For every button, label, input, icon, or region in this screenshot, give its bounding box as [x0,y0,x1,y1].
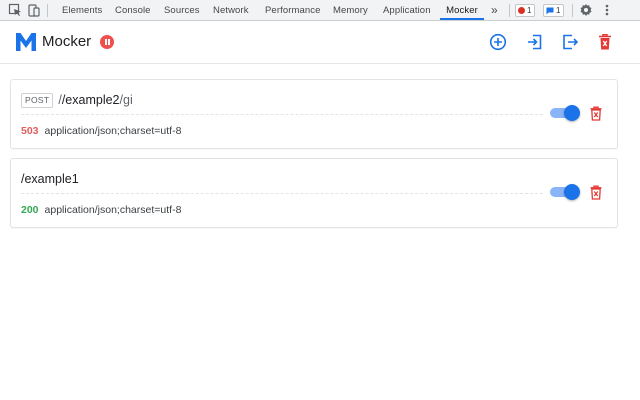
more-vert-icon[interactable] [600,3,614,17]
regex-flags: /gi [119,93,133,107]
toolbar-separator [572,4,573,17]
app-header: Mocker [0,22,640,64]
tab-elements[interactable]: Elements [62,0,102,20]
tab-performance[interactable]: Performance [265,0,320,20]
status-code: 200 [21,204,39,216]
tab-application[interactable]: Application [383,0,431,20]
toolbar-separator [509,4,510,17]
pause-button[interactable] [100,35,114,49]
mock-response-row: 200 application/json;charset=utf-8 [21,204,181,216]
error-count-badge[interactable]: 1 [515,4,536,17]
mock-url: /example2 [61,93,120,107]
message-count: 1 [556,6,561,15]
delete-icon[interactable] [589,185,603,200]
inspect-element-icon[interactable] [8,3,22,17]
toolbar-separator [47,4,48,17]
mock-response-row: 503 application/json;charset=utf-8 [21,125,181,137]
tab-mocker[interactable]: Mocker [440,0,484,20]
message-icon [546,7,554,14]
error-count: 1 [527,6,532,15]
mock-request-row: POST / /example2 /gi [21,92,133,108]
tab-console[interactable]: Console [115,0,151,20]
export-icon[interactable] [561,33,579,51]
content-type: application/json;charset=utf-8 [44,204,182,216]
message-count-badge[interactable]: 1 [543,4,565,17]
error-icon [518,7,525,14]
status-code: 503 [21,125,39,137]
toggle-thumb [564,184,580,200]
tab-network[interactable]: Network [213,0,249,20]
tab-memory[interactable]: Memory [333,0,368,20]
tab-sources[interactable]: Sources [164,0,200,20]
content-type: application/json;charset=utf-8 [44,125,182,137]
delete-all-icon[interactable] [597,33,613,51]
add-circle-icon[interactable] [489,33,507,51]
mocker-logo [16,33,36,51]
device-toolbar-icon[interactable] [27,3,41,17]
mock-item[interactable]: POST / /example2 /gi 503 application/jso… [10,79,618,149]
app-title: Mocker [42,33,92,50]
enable-toggle[interactable] [550,105,580,121]
more-tabs-button[interactable]: » [491,0,498,20]
method-badge: POST [21,92,54,108]
devtools-tab-bar: Elements Console Sources Network Perform… [0,0,640,21]
settings-gear-icon[interactable] [579,3,593,17]
import-icon[interactable] [526,33,544,51]
toggle-thumb [564,105,580,121]
mock-url: /example1 [21,172,79,186]
card-divider [21,114,543,115]
enable-toggle[interactable] [550,184,580,200]
card-divider [21,193,543,194]
delete-icon[interactable] [589,106,603,121]
mock-request-row: /example1 [21,171,79,187]
mock-item[interactable]: /example1 200 application/json;charset=u… [10,158,618,228]
